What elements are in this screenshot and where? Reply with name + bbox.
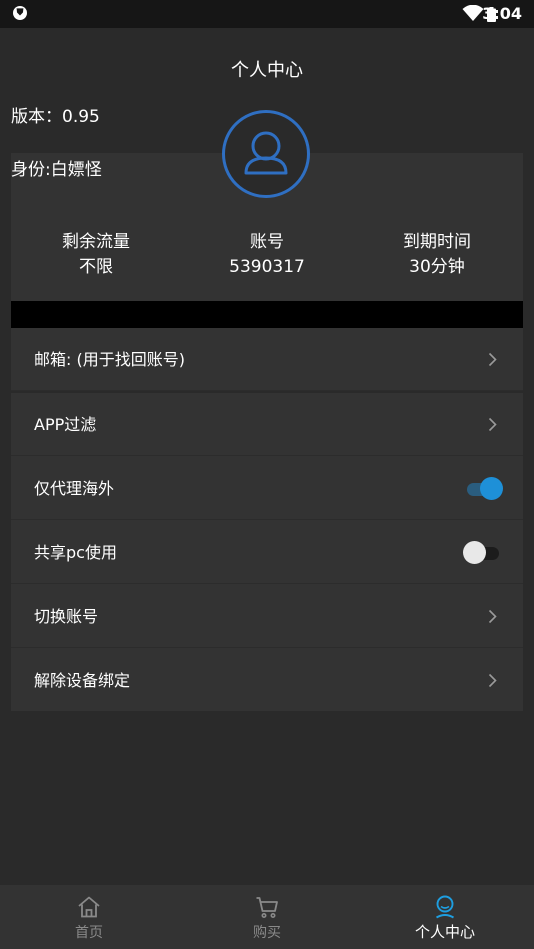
chevron-right-icon	[488, 609, 497, 624]
menu-item-overseas-only: 仅代理海外	[11, 457, 523, 520]
menu-item-label: 切换账号	[34, 607, 99, 626]
menu-item-label: APP过滤	[34, 415, 97, 434]
stat-label: 账号	[250, 232, 284, 252]
bottom-navigation: 首页 购买 个人中心	[0, 885, 534, 949]
stat-label: 剩余流量	[62, 232, 130, 252]
nav-label: 首页	[75, 925, 103, 941]
cart-icon	[256, 897, 278, 918]
home-icon	[78, 896, 100, 918]
chevron-right-icon	[488, 673, 497, 688]
stat-value: 30分钟	[409, 257, 465, 277]
overseas-only-toggle[interactable]	[463, 477, 503, 501]
menu-item-email[interactable]: 邮箱: (用于找回账号)	[11, 328, 523, 391]
user-icon	[436, 895, 454, 919]
stat-value: 5390317	[229, 257, 305, 277]
wifi-icon	[462, 5, 484, 21]
toggle-thumb	[463, 541, 486, 564]
menu-item-label: 邮箱: (用于找回账号)	[34, 350, 185, 369]
chevron-right-icon	[488, 352, 497, 367]
toggle-thumb	[480, 477, 503, 500]
stat-value: 不限	[79, 257, 113, 277]
nav-label: 购买	[253, 925, 281, 941]
menu-item-unbind-device[interactable]: 解除设备绑定	[11, 649, 523, 712]
menu-item-app-filter[interactable]: APP过滤	[11, 393, 523, 456]
stat-remaining-traffic: 剩余流量 不限	[16, 230, 176, 280]
clock: 3:04	[482, 4, 522, 23]
menu-item-share-pc: 共享pc使用	[11, 521, 523, 584]
stat-account: 账号 5390317	[187, 230, 347, 280]
nav-profile[interactable]: 个人中心	[356, 885, 534, 949]
menu-item-label: 解除设备绑定	[34, 671, 131, 690]
status-bar: ⛊ 3:04	[0, 0, 534, 28]
email-section: 邮箱: (用于找回账号)	[11, 328, 523, 391]
identity-text: 身份:白嫖怪	[11, 160, 102, 180]
chevron-right-icon	[488, 417, 497, 432]
share-pc-toggle[interactable]	[463, 541, 503, 565]
version-text: 版本：0.95	[11, 107, 100, 127]
menu-item-label: 共享pc使用	[34, 543, 117, 562]
page-title: 个人中心	[231, 60, 303, 81]
nav-buy[interactable]: 购买	[178, 885, 356, 949]
settings-section: APP过滤 仅代理海外 共享pc使用 切换账号 解除设备绑定	[11, 393, 523, 711]
divider-band	[11, 301, 523, 328]
menu-item-label: 仅代理海外	[34, 479, 115, 498]
nav-home[interactable]: 首页	[0, 885, 178, 949]
user-icon	[244, 131, 288, 175]
shield-icon: ⛊	[13, 6, 27, 20]
menu-item-switch-account[interactable]: 切换账号	[11, 585, 523, 648]
avatar[interactable]	[222, 110, 310, 198]
nav-label: 个人中心	[414, 923, 475, 941]
stat-expiry: 到期时间 30分钟	[357, 230, 517, 280]
stat-label: 到期时间	[403, 232, 471, 252]
